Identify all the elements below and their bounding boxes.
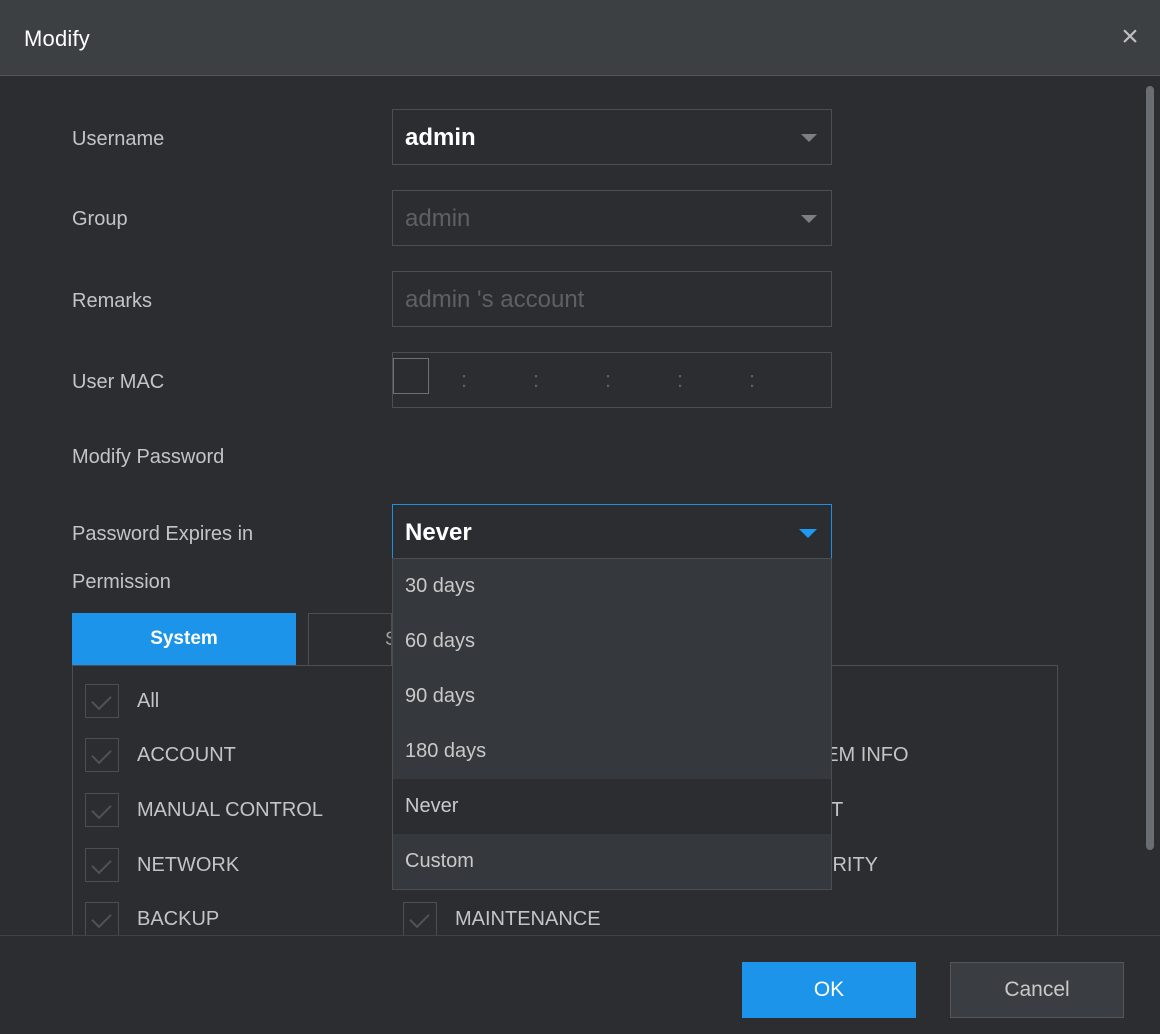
mac-separator: :	[605, 367, 612, 392]
dialog-title: Modify	[24, 26, 90, 51]
chevron-down-icon	[801, 215, 817, 223]
dialog-titlebar: Modify ×	[0, 0, 1160, 76]
user-mac-input[interactable]: : : : : :	[392, 352, 832, 408]
perm-label: All	[137, 690, 160, 712]
checkbox[interactable]	[85, 793, 119, 827]
mac-separator: :	[749, 367, 756, 392]
dropdown-option-selected[interactable]: Never	[393, 779, 831, 834]
remarks-label: Remarks	[72, 290, 153, 312]
mac-separator: :	[533, 367, 540, 392]
mac-separator: :	[461, 367, 468, 392]
user-mac-label: User MAC	[72, 371, 165, 393]
mac-separator: :	[677, 367, 684, 392]
modify-password-label: Modify Password	[72, 446, 225, 468]
ok-button[interactable]: OK	[742, 962, 916, 1018]
chevron-down-icon	[799, 529, 817, 538]
cancel-button[interactable]: Cancel	[950, 962, 1124, 1018]
dropdown-option[interactable]: 180 days	[393, 724, 831, 779]
checkbox[interactable]	[85, 684, 119, 718]
username-select[interactable]: admin	[392, 109, 832, 165]
checkbox[interactable]	[403, 902, 437, 935]
group-label: Group	[72, 208, 128, 230]
checkbox[interactable]	[85, 738, 119, 772]
chevron-down-icon	[801, 134, 817, 142]
dropdown-option[interactable]: 30 days	[393, 559, 831, 614]
password-expires-label: Password Expires in	[72, 523, 254, 545]
password-expires-select[interactable]: Never	[392, 504, 832, 560]
permission-label: Permission	[72, 571, 171, 593]
password-expires-dropdown: 30 days 60 days 90 days 180 days Never C…	[392, 558, 832, 890]
password-expires-value: Never	[405, 519, 472, 546]
perm-label: BACKUP	[137, 908, 220, 930]
perm-label: NETWORK	[137, 854, 240, 876]
tab-system[interactable]: System	[72, 613, 296, 665]
username-value: admin	[405, 124, 476, 151]
perm-label: T	[831, 799, 844, 821]
perm-label: MAINTENANCE	[455, 908, 601, 930]
modify-password-checkbox[interactable]	[393, 358, 429, 394]
group-value: admin	[405, 205, 471, 232]
checkbox[interactable]	[85, 902, 119, 935]
scrollbar[interactable]	[1146, 86, 1154, 850]
dialog-footer: OK Cancel	[0, 935, 1160, 1034]
tab-second[interactable]: S	[308, 613, 392, 665]
username-label: Username	[72, 128, 165, 150]
remarks-value: admin 's account	[405, 286, 585, 313]
perm-label: MANUAL CONTROL	[137, 799, 323, 821]
group-select[interactable]: admin	[392, 190, 832, 246]
dropdown-option[interactable]: 60 days	[393, 614, 831, 669]
dropdown-option[interactable]: 90 days	[393, 669, 831, 724]
checkbox[interactable]	[85, 848, 119, 882]
perm-label: ACCOUNT	[137, 744, 236, 766]
dropdown-option[interactable]: Custom	[393, 834, 831, 889]
remarks-input[interactable]: admin 's account	[392, 271, 832, 327]
close-icon[interactable]: ×	[1114, 22, 1146, 54]
dialog-content: Username admin Group admin Remarks admin…	[0, 77, 1160, 935]
